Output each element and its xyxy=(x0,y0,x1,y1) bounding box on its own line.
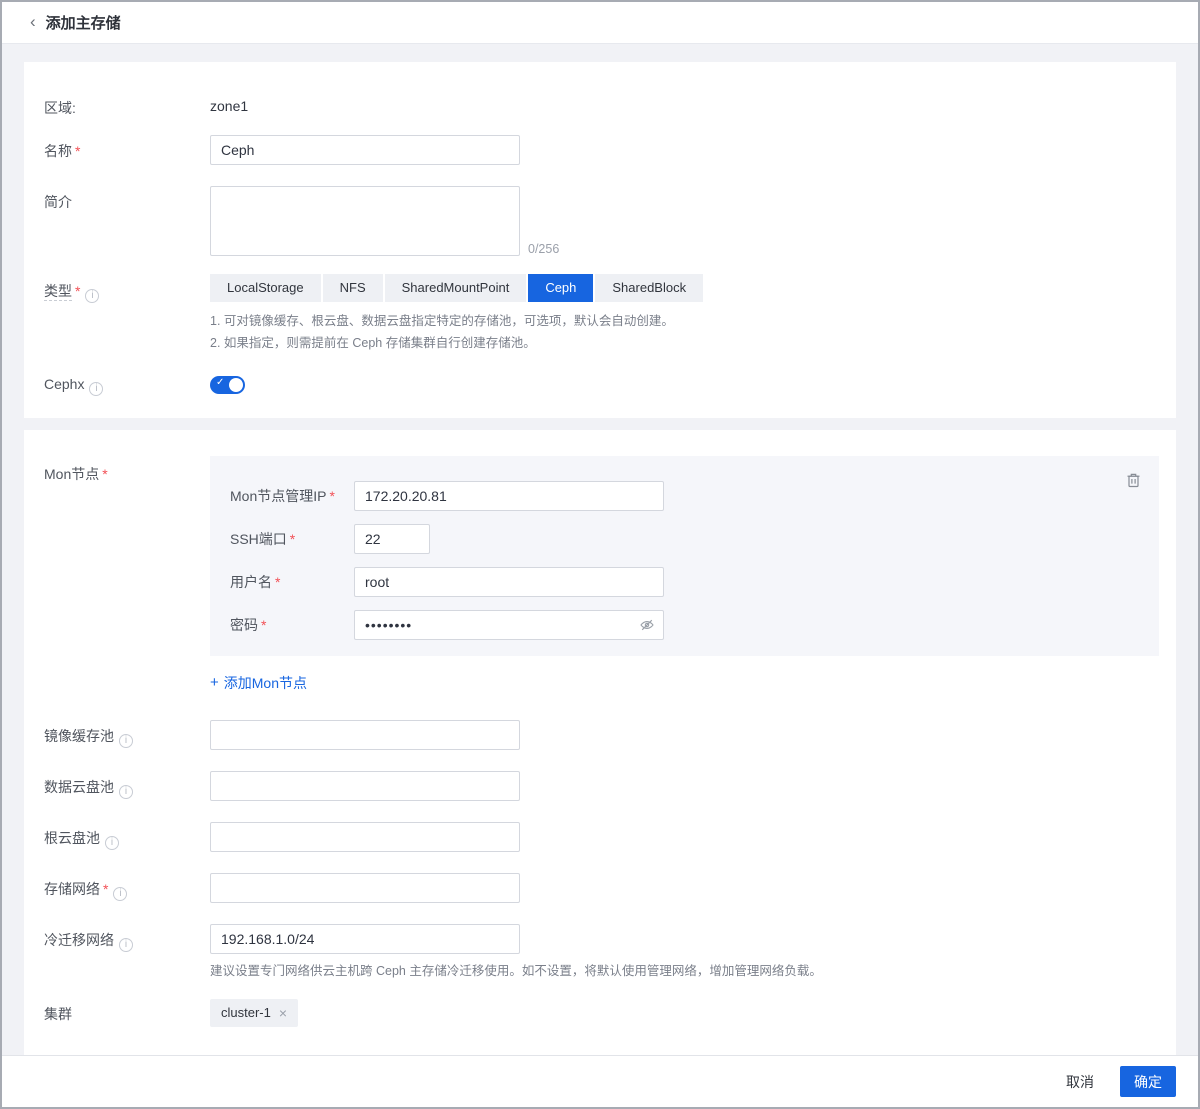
eye-off-icon[interactable] xyxy=(639,617,655,633)
zone-row: 区域: zone1 xyxy=(44,92,1156,118)
cluster-row: 集群 cluster-1 × xyxy=(44,999,1156,1027)
info-icon: i xyxy=(85,289,99,303)
image-cache-pool-row: 镜像缓存池i xyxy=(44,720,1156,750)
type-tab-ceph[interactable]: Ceph xyxy=(528,274,593,302)
storage-network-input[interactable] xyxy=(210,873,520,903)
storage-network-row: 存储网络i xyxy=(44,873,1156,903)
ssh-port-input[interactable] xyxy=(354,524,430,554)
type-label: 类型i xyxy=(44,274,210,303)
add-mon-node-row: + 添加Mon节点 xyxy=(44,656,1156,720)
migration-network-help: 建议设置专门网络供云主机跨 Ceph 主存储冷迁移使用。如不设置，将默认使用管理… xyxy=(210,961,1156,981)
back-icon[interactable]: ‹ xyxy=(30,13,36,32)
required-asterisk xyxy=(75,283,80,299)
type-tab-nfs[interactable]: NFS xyxy=(323,274,383,302)
name-input[interactable] xyxy=(210,135,520,165)
description-textarea[interactable] xyxy=(210,186,520,256)
data-volume-pool-label: 数据云盘池i xyxy=(44,771,210,799)
description-row: 简介 0/256 xyxy=(44,186,1156,256)
mon-node-panel: Mon节点管理IP SSH端口 用户名 密码 xyxy=(210,456,1159,656)
migration-network-input[interactable] xyxy=(210,924,520,954)
add-primary-storage-page: { "header": { "back_icon": "‹", "title":… xyxy=(0,0,1200,1109)
mon-node-label: Mon节点 xyxy=(44,456,210,484)
data-volume-pool-row: 数据云盘池i xyxy=(44,771,1156,801)
cancel-button[interactable]: 取消 xyxy=(1066,1072,1094,1092)
form-content: 区域: zone1 名称 简介 0/256 类型i LocalStorage N… xyxy=(2,44,1198,1061)
page-title: 添加主存储 xyxy=(46,12,121,33)
password-row: 密码 xyxy=(230,610,1139,640)
remove-tag-icon[interactable]: × xyxy=(279,1005,287,1021)
username-row: 用户名 xyxy=(230,567,1139,597)
info-icon: i xyxy=(119,938,133,952)
info-icon: i xyxy=(113,887,127,901)
type-notes: 1. 可对镜像缓存、根云盘、数据云盘指定特定的存储池，可选项，默认会自动创建。 … xyxy=(210,311,1156,355)
storage-network-label: 存储网络i xyxy=(44,873,210,901)
username-input[interactable] xyxy=(354,567,664,597)
info-icon: i xyxy=(119,734,133,748)
footer-bar: 取消 确定 xyxy=(2,1055,1198,1107)
password-label: 密码 xyxy=(230,615,354,635)
name-label: 名称 xyxy=(44,135,210,161)
required-asterisk xyxy=(329,488,334,504)
page-header: ‹ 添加主存储 xyxy=(2,2,1198,44)
cephx-label: Cephxi xyxy=(44,373,210,396)
ssh-port-row: SSH端口 xyxy=(230,524,1139,554)
plus-icon: + xyxy=(210,674,219,691)
username-label: 用户名 xyxy=(230,572,354,592)
ceph-config-card: Mon节点 Mon节点管理IP SSH端口 xyxy=(24,430,1176,1061)
type-row: 类型i LocalStorage NFS SharedMountPoint Ce… xyxy=(44,274,1156,355)
required-asterisk xyxy=(290,531,295,547)
type-note-2: 2. 如果指定，则需提前在 Ceph 存储集群自行创建存储池。 xyxy=(210,333,1156,355)
type-note-1: 1. 可对镜像缓存、根云盘、数据云盘指定特定的存储池，可选项，默认会自动创建。 xyxy=(210,311,1156,333)
migration-network-row: 冷迁移网络i 建议设置专门网络供云主机跨 Ceph 主存储冷迁移使用。如不设置，… xyxy=(44,924,1156,981)
mon-ip-row: Mon节点管理IP xyxy=(230,481,1139,511)
zone-value: zone1 xyxy=(210,92,1156,114)
type-tab-sharedblock[interactable]: SharedBlock xyxy=(595,274,703,302)
cephx-row: Cephxi ✓ xyxy=(44,373,1156,396)
cephx-toggle[interactable]: ✓ xyxy=(210,376,245,394)
required-asterisk xyxy=(102,466,107,482)
description-label: 简介 xyxy=(44,186,210,212)
char-counter: 0/256 xyxy=(528,242,559,256)
confirm-button[interactable]: 确定 xyxy=(1120,1066,1176,1097)
root-volume-pool-input[interactable] xyxy=(210,822,520,852)
migration-network-label: 冷迁移网络i xyxy=(44,924,210,952)
check-icon: ✓ xyxy=(216,377,224,388)
password-input[interactable] xyxy=(354,610,664,640)
info-icon: i xyxy=(89,382,103,396)
root-volume-pool-row: 根云盘池i xyxy=(44,822,1156,852)
type-tab-localstorage[interactable]: LocalStorage xyxy=(210,274,321,302)
type-tabs: LocalStorage NFS SharedMountPoint Ceph S… xyxy=(210,274,1156,302)
cluster-label: 集群 xyxy=(44,999,210,1024)
cluster-tag: cluster-1 × xyxy=(210,999,298,1027)
name-row: 名称 xyxy=(44,135,1156,165)
required-asterisk xyxy=(75,143,80,159)
data-volume-pool-input[interactable] xyxy=(210,771,520,801)
add-mon-node-link[interactable]: + 添加Mon节点 xyxy=(210,673,307,693)
zone-label: 区域: xyxy=(44,92,210,118)
required-asterisk xyxy=(261,617,266,633)
basic-info-card: 区域: zone1 名称 简介 0/256 类型i LocalStorage N… xyxy=(24,62,1176,418)
mon-ip-input[interactable] xyxy=(354,481,664,511)
delete-mon-node-icon[interactable] xyxy=(1126,472,1141,488)
required-asterisk xyxy=(103,881,108,897)
info-icon: i xyxy=(119,785,133,799)
type-tab-sharedmountpoint[interactable]: SharedMountPoint xyxy=(385,274,527,302)
mon-node-row: Mon节点 Mon节点管理IP SSH端口 xyxy=(44,456,1156,656)
info-icon: i xyxy=(105,836,119,850)
ssh-port-label: SSH端口 xyxy=(230,529,354,549)
image-cache-pool-input[interactable] xyxy=(210,720,520,750)
root-volume-pool-label: 根云盘池i xyxy=(44,822,210,850)
toggle-knob xyxy=(229,378,243,392)
required-asterisk xyxy=(275,574,280,590)
mon-ip-label: Mon节点管理IP xyxy=(230,486,354,506)
image-cache-pool-label: 镜像缓存池i xyxy=(44,720,210,748)
